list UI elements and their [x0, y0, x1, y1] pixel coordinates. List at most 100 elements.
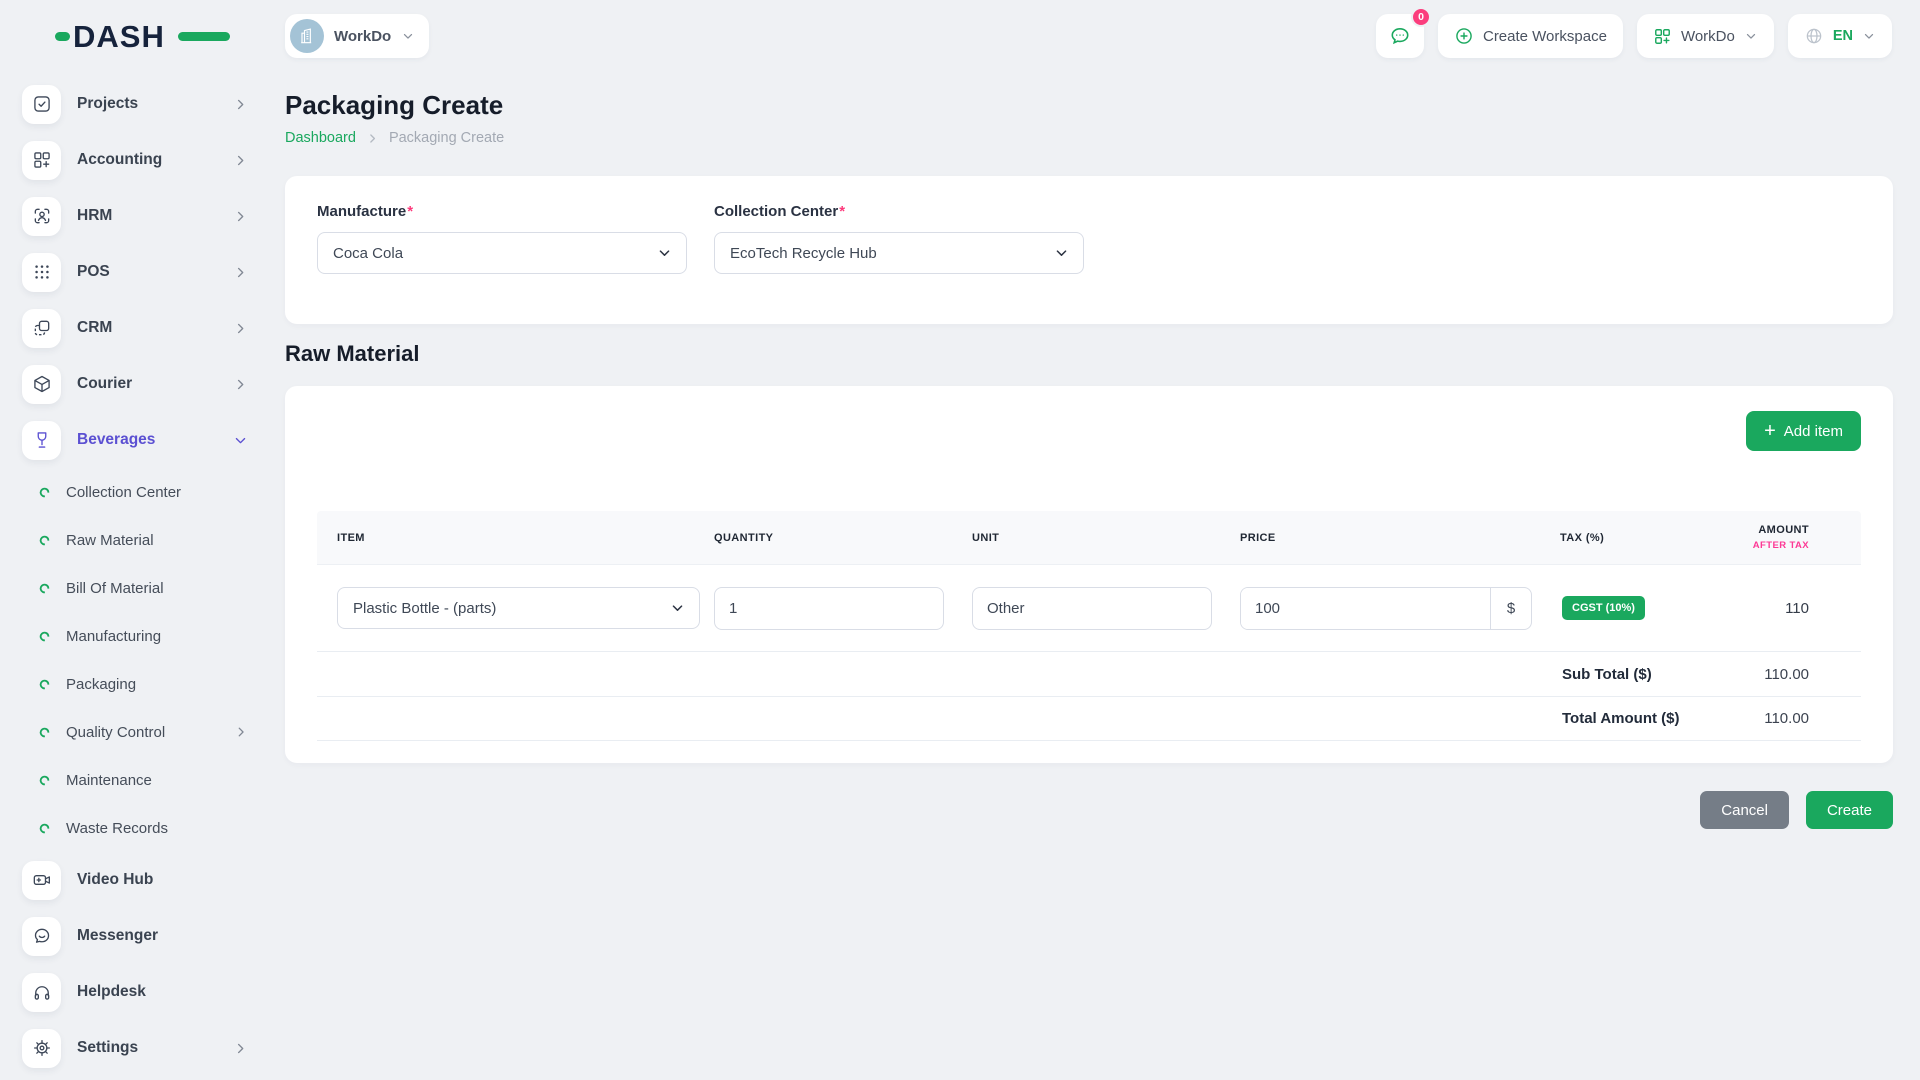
chevron-right-icon [233, 1041, 248, 1056]
video-camera-icon [22, 861, 61, 900]
chevron-right-icon [233, 265, 248, 280]
package-icon [22, 365, 61, 404]
breadcrumb-separator-icon [366, 132, 379, 145]
bullet-icon [39, 727, 50, 738]
workspace-switcher[interactable]: WorkDo [285, 14, 429, 58]
logo-accent-bar [178, 32, 230, 41]
plus-circle-icon [1454, 26, 1474, 46]
price-input[interactable] [1241, 588, 1490, 629]
item-select[interactable]: Plastic Bottle - (parts) [337, 587, 700, 629]
collection-center-select[interactable]: EcoTech Recycle Hub [714, 232, 1084, 274]
collection-center-label: Collection Center* [714, 203, 1084, 220]
sidebar-subitem-waste-records[interactable]: Waste Records [22, 804, 248, 852]
dots-grid-icon [22, 253, 61, 292]
user-scan-icon [22, 197, 61, 236]
manufacture-select[interactable]: Coca Cola [317, 232, 687, 274]
chevron-right-icon [233, 97, 248, 112]
create-workspace-label: Create Workspace [1483, 28, 1607, 45]
sidebar-subitem-bill-of-material[interactable]: Bill Of Material [22, 564, 248, 612]
overlap-squares-icon [22, 309, 61, 348]
sidebar-item-settings[interactable]: Settings [22, 1020, 248, 1076]
bullet-icon [39, 679, 50, 690]
grid-plus-icon [22, 141, 61, 180]
chevron-down-icon [233, 433, 248, 448]
sidebar-item-pos[interactable]: POS [22, 244, 248, 300]
sidebar-subitem-manufacturing[interactable]: Manufacturing [22, 612, 248, 660]
create-workspace-button[interactable]: Create Workspace [1438, 14, 1623, 58]
checkbox-icon [22, 85, 61, 124]
sidebar-item-accounting[interactable]: Accounting [22, 132, 248, 188]
sidebar: Projects Accounting HRM [0, 76, 262, 1076]
sidebar-item-courier[interactable]: Courier [22, 356, 248, 412]
sidebar-item-beverages[interactable]: Beverages [22, 412, 248, 468]
sidebar-subitem-packaging[interactable]: Packaging [22, 660, 248, 708]
workspace-label: WorkDo [334, 28, 391, 45]
logo-accent-dash [55, 32, 70, 41]
globe-icon [1804, 26, 1824, 46]
tax-badge: CGST (10%) [1562, 596, 1645, 620]
amount-value: 110 [1706, 600, 1861, 617]
col-header-unit: UNIT [958, 532, 1226, 544]
app-menu-button[interactable]: WorkDo [1637, 14, 1774, 58]
raw-material-heading: Raw Material [285, 341, 1893, 367]
chat-bubble-icon [22, 917, 61, 956]
chevron-down-icon [401, 29, 415, 43]
cancel-button[interactable]: Cancel [1700, 791, 1789, 829]
app-logo: DASH [55, 18, 165, 54]
col-header-tax: TAX (%) [1546, 532, 1706, 544]
breadcrumb-dashboard-link[interactable]: Dashboard [285, 130, 356, 146]
chevron-down-icon [1744, 29, 1758, 43]
sidebar-item-crm[interactable]: CRM [22, 300, 248, 356]
language-button[interactable]: EN [1788, 14, 1892, 58]
sidebar-subitem-raw-material[interactable]: Raw Material [22, 516, 248, 564]
main-content: Packaging Create Dashboard Packaging Cre… [285, 78, 1893, 829]
sidebar-item-messenger[interactable]: Messenger [22, 908, 248, 964]
sidebar-item-projects[interactable]: Projects [22, 76, 248, 132]
col-header-item: ITEM [317, 532, 700, 544]
bullet-icon [39, 823, 50, 834]
bullet-icon [39, 631, 50, 642]
after-tax-note: AFTER TAX [1720, 540, 1809, 551]
bullet-icon [39, 487, 50, 498]
col-header-quantity: QUANTITY [700, 532, 958, 544]
sidebar-item-video-hub[interactable]: Video Hub [22, 852, 248, 908]
total-amount-row: Total Amount ($) 110.00 [317, 696, 1861, 741]
messages-button[interactable]: 0 [1376, 14, 1424, 58]
sub-total-row: Sub Total ($) 110.00 [317, 651, 1861, 696]
topbar-actions: 0 Create Workspace WorkDo EN [1376, 14, 1892, 58]
table-row: Plastic Bottle - (parts) $ [317, 565, 1861, 651]
gear-icon [22, 1029, 61, 1068]
building-icon [297, 26, 317, 46]
required-marker: * [407, 203, 413, 220]
quantity-input[interactable] [714, 587, 944, 630]
add-item-button[interactable]: + Add item [1746, 411, 1861, 451]
grid-plus-icon [1653, 27, 1672, 46]
plus-icon: + [1764, 421, 1776, 441]
chevron-right-icon [233, 153, 248, 168]
chevron-right-icon [233, 321, 248, 336]
sidebar-item-helpdesk[interactable]: Helpdesk [22, 964, 248, 1020]
sidebar-subitem-collection-center[interactable]: Collection Center [22, 468, 248, 516]
unit-input[interactable] [972, 587, 1212, 630]
col-header-amount: AMOUNT AFTER TAX [1706, 524, 1861, 551]
chevron-down-icon [657, 246, 672, 261]
sidebar-subitem-maintenance[interactable]: Maintenance [22, 756, 248, 804]
page-title: Packaging Create [285, 90, 1893, 121]
total-amount-value: 110.00 [1706, 710, 1861, 727]
form-actions: Cancel Create [285, 791, 1893, 829]
chevron-right-icon [233, 377, 248, 392]
create-button[interactable]: Create [1806, 791, 1893, 829]
bullet-icon [39, 535, 50, 546]
currency-suffix: $ [1490, 588, 1531, 629]
bullet-icon [39, 775, 50, 786]
breadcrumb: Dashboard Packaging Create [285, 130, 1893, 146]
app-menu-label: WorkDo [1681, 28, 1735, 45]
sidebar-subitem-quality-control[interactable]: Quality Control [22, 708, 248, 756]
col-header-price: PRICE [1226, 532, 1546, 544]
sub-total-label: Sub Total ($) [1546, 666, 1706, 683]
workspace-avatar [290, 19, 324, 53]
required-marker: * [839, 203, 845, 220]
chat-bubble-icon [1388, 24, 1412, 48]
sidebar-item-hrm[interactable]: HRM [22, 188, 248, 244]
headset-icon [22, 973, 61, 1012]
